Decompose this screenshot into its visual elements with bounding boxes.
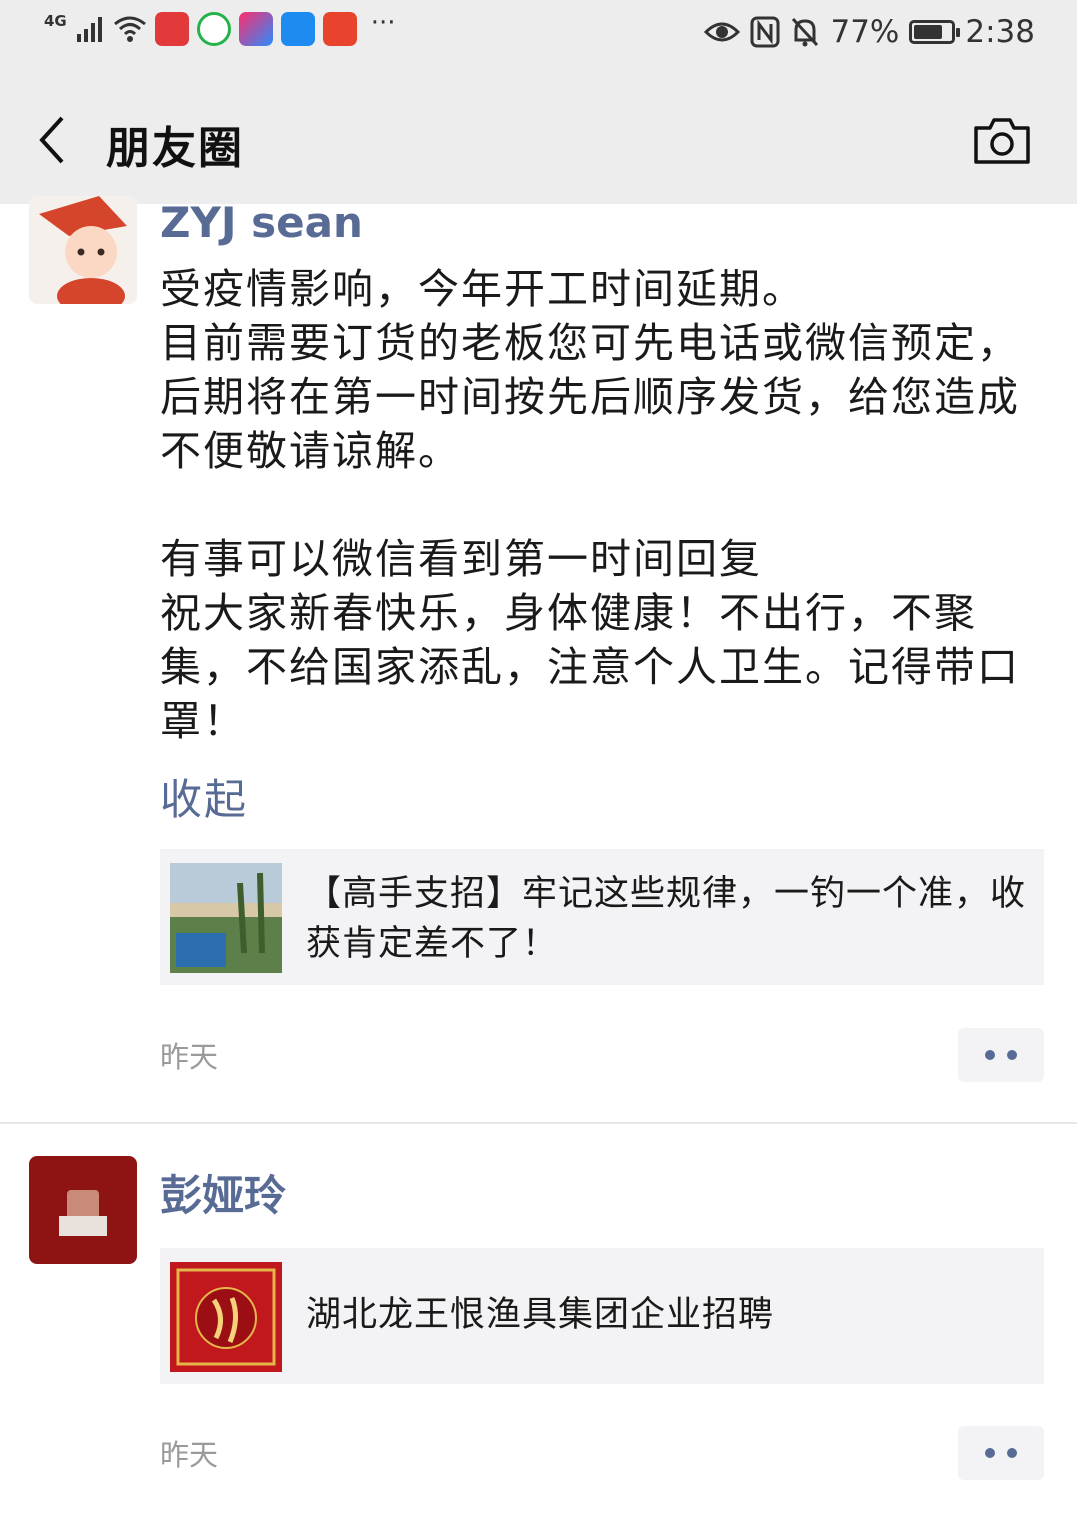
collapse-link[interactable]: 收起 (160, 766, 248, 827)
status-right: 77% 2:38 (704, 14, 1035, 50)
eye-icon (704, 22, 741, 42)
dot-icon (1007, 1050, 1017, 1060)
battery-icon (909, 20, 961, 44)
avatar[interactable] (29, 196, 137, 304)
dot-icon (985, 1448, 995, 1458)
wifi-icon (113, 16, 146, 42)
shared-link-card[interactable]: 湖北龙王恨渔具集团企业招聘 (160, 1248, 1044, 1384)
battery-percent: 77% (830, 14, 900, 50)
network-indicator: 4G (44, 11, 67, 30)
clock: 2:38 (965, 14, 1035, 50)
dot-icon (985, 1050, 995, 1060)
battery-fill (914, 25, 943, 39)
post-time: 昨天 (160, 1040, 219, 1074)
post-time: 昨天 (160, 1438, 219, 1472)
camera-icon[interactable] (972, 114, 1032, 166)
link-title: 湖北龙王恨渔具集团企业招聘 (306, 1295, 775, 1335)
music-icon (238, 12, 273, 46)
alipay-icon (280, 12, 315, 46)
mute-bell-icon (792, 17, 819, 47)
signal-icon (76, 17, 102, 42)
link-thumbnail (170, 1262, 282, 1372)
avatar[interactable] (29, 1156, 137, 1264)
more-notifications-icon: ··· (370, 8, 396, 38)
status-bar: 4G ··· 77% 2:38 (0, 0, 1077, 70)
nav-bar: 朋友圈 (0, 70, 1077, 204)
comment-like-button[interactable] (958, 1426, 1044, 1480)
poster-name[interactable]: ZYJ sean (160, 198, 363, 247)
comment-like-button[interactable] (958, 1028, 1044, 1082)
post-text: 受疫情影响，今年开工时间延期。 目前需要订货的老板您可先电话或微信预定，后期将在… (160, 265, 1020, 745)
back-button[interactable] (30, 112, 78, 168)
status-left: 4G ··· (44, 8, 396, 46)
poster-name[interactable]: 彭娅玲 (160, 1162, 286, 1223)
shrimp-icon (322, 12, 357, 46)
recorder-icon (154, 12, 189, 46)
nfc-icon (750, 16, 780, 48)
page-title: 朋友圈 (106, 123, 244, 174)
video-icon (196, 12, 231, 46)
shared-link-card[interactable]: 【高手支招】牢记这些规律，一钓一个准，收获肯定差不了！ (160, 849, 1044, 985)
link-thumbnail (170, 863, 282, 973)
dot-icon (1007, 1448, 1017, 1458)
link-title: 【高手支招】牢记这些规律，一钓一个准，收获肯定差不了！ (306, 874, 1027, 964)
post-divider (0, 1122, 1077, 1124)
